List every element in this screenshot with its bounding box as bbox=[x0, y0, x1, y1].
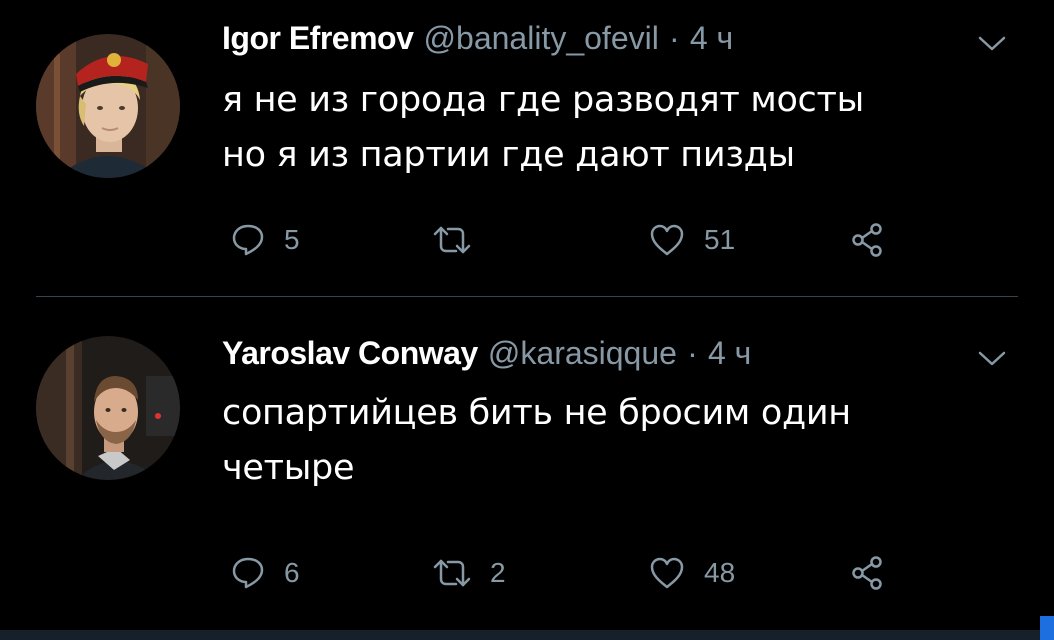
retweet-count: 2 bbox=[490, 557, 506, 588]
retweet-arrows-icon bbox=[432, 555, 472, 591]
separator-dot: · bbox=[669, 20, 680, 56]
speech-bubble-icon bbox=[230, 222, 266, 258]
bottom-accent bbox=[1040, 616, 1054, 640]
tweet-text-line: но я из партии где дают пизды bbox=[222, 135, 795, 175]
retweet-button[interactable] bbox=[432, 220, 490, 260]
tweet-header: Igor Efremov @banality_ofevil · 4 ч bbox=[222, 18, 733, 58]
tweet[interactable]: Igor Efremov @banality_ofevil · 4 ч я не… bbox=[0, 0, 1054, 296]
retweet-arrows-icon bbox=[432, 222, 472, 258]
chevron-down-icon[interactable] bbox=[972, 343, 1012, 373]
author-name[interactable]: Yaroslav Conway bbox=[222, 335, 478, 371]
like-button[interactable]: 48 bbox=[648, 553, 735, 593]
tweet-actions: 6 2 48 bbox=[0, 553, 1054, 593]
tweet-text-line: я не из города где разводят мосты bbox=[222, 80, 864, 120]
tweet-time[interactable]: 4 ч bbox=[690, 20, 733, 56]
tweet-text-line: четыре bbox=[222, 448, 355, 488]
share-button[interactable] bbox=[850, 220, 886, 260]
author-handle[interactable]: @karasiqque bbox=[488, 335, 677, 371]
tweet-header: Yaroslav Conway @karasiqque · 4 ч bbox=[222, 333, 751, 373]
tweet-actions: 5 51 bbox=[0, 220, 1054, 260]
author-name[interactable]: Igor Efremov bbox=[222, 20, 414, 56]
reply-count: 5 bbox=[284, 224, 300, 255]
reply-count: 6 bbox=[284, 557, 300, 588]
bottom-bar bbox=[0, 630, 1054, 640]
like-count: 48 bbox=[704, 557, 736, 588]
separator-dot: · bbox=[687, 335, 698, 371]
like-count: 51 bbox=[704, 224, 736, 255]
avatar[interactable] bbox=[36, 336, 180, 480]
share-button[interactable] bbox=[850, 553, 886, 593]
share-nodes-icon bbox=[850, 222, 886, 258]
tweet[interactable]: Yaroslav Conway @karasiqque · 4 ч сопарт… bbox=[0, 297, 1054, 630]
reply-button[interactable]: 6 bbox=[230, 553, 300, 593]
heart-icon bbox=[648, 555, 686, 591]
share-nodes-icon bbox=[850, 555, 886, 591]
author-handle[interactable]: @banality_ofevil bbox=[424, 20, 659, 56]
tweet-time[interactable]: 4 ч bbox=[708, 335, 751, 371]
avatar[interactable] bbox=[36, 34, 180, 178]
tweet-text-line: сопартийцев бить не бросим один bbox=[222, 393, 851, 433]
speech-bubble-icon bbox=[230, 555, 266, 591]
chevron-down-icon[interactable] bbox=[972, 28, 1012, 58]
retweet-button[interactable]: 2 bbox=[432, 553, 506, 593]
tweet-text: я не из города где разводят мосты но я и… bbox=[222, 73, 1002, 183]
like-button[interactable]: 51 bbox=[648, 220, 735, 260]
reply-button[interactable]: 5 bbox=[230, 220, 300, 260]
heart-icon bbox=[648, 222, 686, 258]
tweet-text: сопартийцев бить не бросим один четыре bbox=[222, 386, 1002, 496]
